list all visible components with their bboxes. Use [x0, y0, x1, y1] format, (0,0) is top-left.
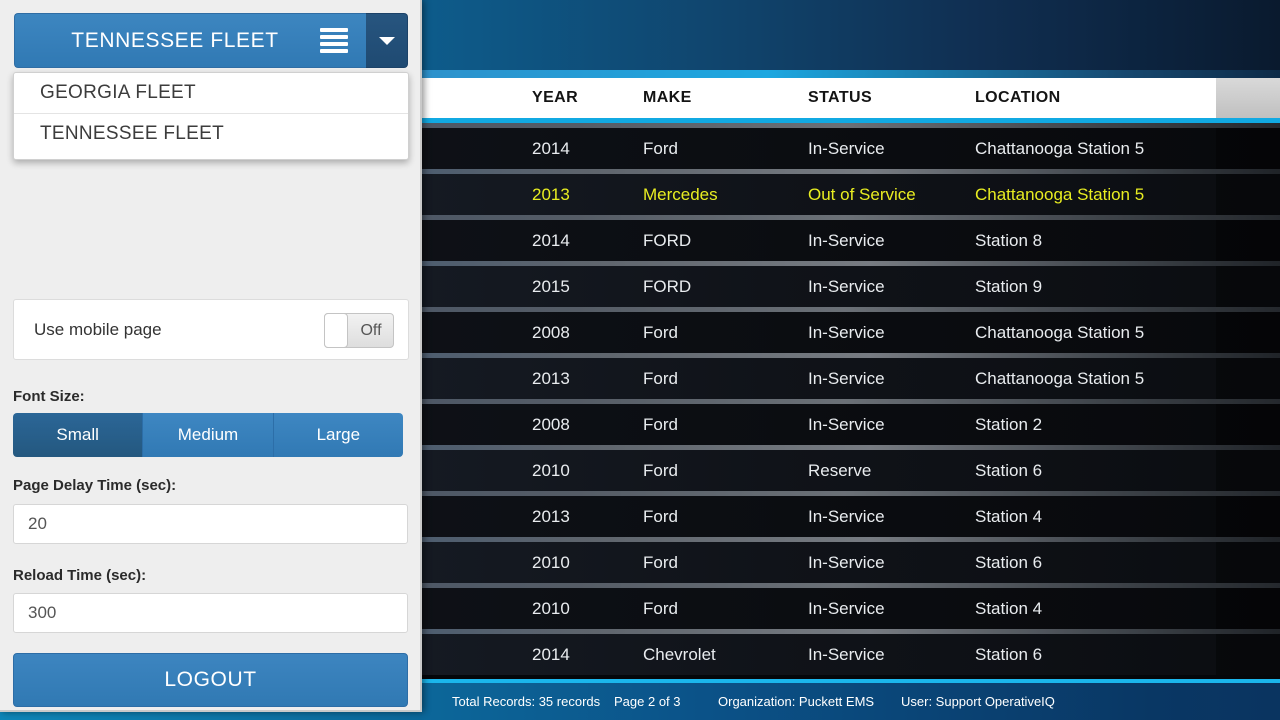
status-page-indicator: Page 2 of 3 — [614, 694, 681, 709]
cell-year: 2014 — [532, 231, 570, 250]
cell-make: Ford — [643, 553, 678, 572]
mobile-page-label: Use mobile page — [34, 320, 162, 339]
cell-make: FORD — [643, 277, 692, 296]
mobile-page-toggle-state: Off — [360, 322, 382, 339]
cell-year: 2008 — [532, 415, 570, 434]
cell-year: 2014 — [532, 139, 570, 158]
cell-location: Chattanooga Station 5 — [975, 185, 1145, 204]
column-header-location[interactable]: LOCATION — [975, 78, 1061, 118]
cell-location: Station 8 — [975, 231, 1043, 250]
cell-status: Out of Service — [808, 185, 916, 204]
hamburger-icon[interactable] — [320, 28, 348, 53]
row-scroll-gutter — [1216, 312, 1280, 353]
cell-make: Mercedes — [643, 185, 718, 204]
row-scroll-gutter — [1216, 358, 1280, 399]
settings-sidebar: TENNESSEE FLEET GEORGIA FLEET TENNESSEE … — [0, 0, 422, 712]
cell-location: Station 9 — [975, 277, 1043, 296]
row-scroll-gutter — [1216, 404, 1280, 445]
fleet-dropdown-menu: GEORGIA FLEET TENNESSEE FLEET — [13, 72, 409, 160]
row-scroll-gutter — [1216, 266, 1280, 307]
cell-year: 2013 — [532, 369, 570, 388]
reload-time-label: Reload Time (sec): — [13, 567, 147, 584]
logout-button[interactable]: LOGOUT — [13, 653, 408, 707]
fleet-dropdown-toggle[interactable] — [366, 13, 408, 68]
mobile-page-toggle[interactable]: Off — [324, 313, 394, 348]
status-total-records: Total Records: 35 records — [452, 694, 601, 709]
cell-status: In-Service — [808, 231, 885, 250]
cell-status: In-Service — [808, 507, 885, 526]
row-scroll-gutter — [1216, 588, 1280, 629]
fleet-option-tennessee[interactable]: TENNESSEE FLEET — [14, 113, 408, 153]
cell-location: Chattanooga Station 5 — [975, 139, 1145, 158]
page-delay-label: Page Delay Time (sec): — [13, 477, 177, 494]
cell-year: 2013 — [532, 507, 570, 526]
page-delay-input[interactable]: 20 — [13, 504, 408, 544]
font-size-option-large[interactable]: Large — [273, 413, 403, 457]
row-scroll-gutter — [1216, 450, 1280, 491]
font-size-segmented-control: Small Medium Large — [13, 413, 403, 457]
cell-location: Station 6 — [975, 461, 1043, 480]
row-scroll-gutter — [1216, 634, 1280, 675]
cell-make: Ford — [643, 461, 678, 480]
cell-status: In-Service — [808, 553, 885, 572]
fleet-selector: TENNESSEE FLEET — [14, 13, 408, 68]
fleet-selector-button[interactable]: TENNESSEE FLEET — [14, 13, 366, 68]
cell-location: Chattanooga Station 5 — [975, 323, 1145, 342]
cell-make: Ford — [643, 507, 678, 526]
font-size-option-medium[interactable]: Medium — [143, 413, 274, 457]
cell-status: In-Service — [808, 369, 885, 388]
fleet-option-georgia[interactable]: GEORGIA FLEET — [14, 73, 408, 113]
cell-location: Station 2 — [975, 415, 1043, 434]
cell-status: In-Service — [808, 415, 885, 434]
cell-location: Station 6 — [975, 645, 1043, 664]
cell-status: In-Service — [808, 139, 885, 158]
fleet-selector-label: TENNESSEE FLEET — [71, 29, 279, 52]
cell-year: 2013 — [532, 185, 570, 204]
cell-make: FORD — [643, 231, 692, 250]
status-user: User: Support OperativeIQ — [901, 694, 1055, 709]
cell-status: In-Service — [808, 277, 885, 296]
cell-location: Chattanooga Station 5 — [975, 369, 1145, 388]
font-size-option-small[interactable]: Small — [13, 413, 144, 457]
row-scroll-gutter — [1216, 496, 1280, 537]
column-header-status[interactable]: STATUS — [808, 78, 872, 118]
row-scroll-gutter — [1216, 220, 1280, 261]
mobile-page-toggle-knob[interactable] — [324, 313, 348, 348]
cell-location: Station 4 — [975, 507, 1043, 526]
cell-make: Ford — [643, 599, 678, 618]
cell-location: Station 4 — [975, 599, 1043, 618]
caret-down-icon — [378, 36, 395, 45]
cell-make: Ford — [643, 323, 678, 342]
cell-year: 2008 — [532, 323, 570, 342]
mobile-page-setting: Use mobile page Off — [13, 299, 409, 360]
font-size-label: Font Size: — [13, 388, 85, 405]
cell-make: Ford — [643, 139, 678, 158]
cell-status: Reserve — [808, 461, 872, 480]
cell-make: Ford — [643, 415, 678, 434]
reload-time-input[interactable]: 300 — [13, 593, 408, 633]
cell-location: Station 6 — [975, 553, 1043, 572]
cell-year: 2014 — [532, 645, 570, 664]
cell-status: In-Service — [808, 599, 885, 618]
table-header-scroll-gutter — [1216, 78, 1280, 118]
cell-status: In-Service — [808, 645, 885, 664]
cell-year: 2015 — [532, 277, 570, 296]
cell-make: Chevrolet — [643, 645, 716, 664]
status-organization: Organization: Puckett EMS — [718, 694, 875, 709]
row-scroll-gutter — [1216, 174, 1280, 215]
column-header-make[interactable]: MAKE — [643, 78, 692, 118]
row-scroll-gutter — [1216, 542, 1280, 583]
cell-year: 2010 — [532, 553, 570, 572]
cell-year: 2010 — [532, 461, 570, 480]
cell-make: Ford — [643, 369, 678, 388]
cell-status: In-Service — [808, 323, 885, 342]
row-scroll-gutter — [1216, 128, 1280, 169]
column-header-year[interactable]: YEAR — [532, 78, 578, 118]
cell-year: 2010 — [532, 599, 570, 618]
